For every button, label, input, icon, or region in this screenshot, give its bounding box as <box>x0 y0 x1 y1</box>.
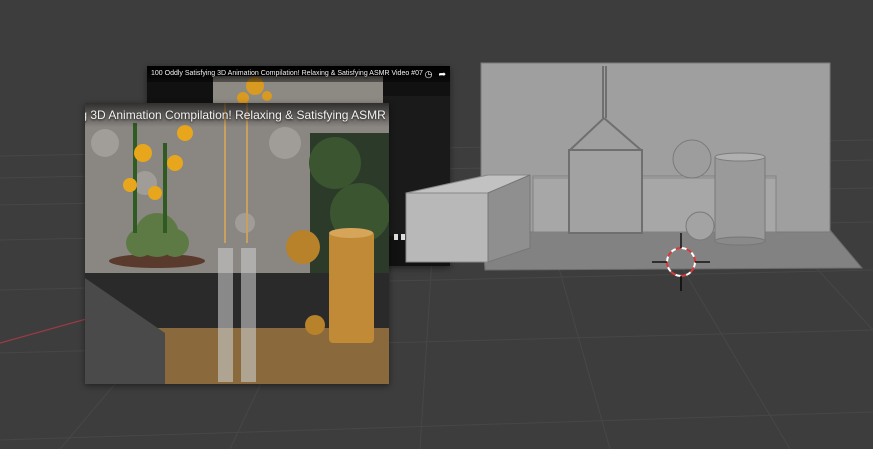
reference-image-front[interactable]: ing 3D Animation Compilation! Relaxing &… <box>85 103 389 384</box>
3d-cursor-icon[interactable] <box>652 233 710 291</box>
share-icon: ➦ <box>438 69 446 79</box>
video-title-front: ing 3D Animation Compilation! Relaxing &… <box>85 103 389 127</box>
reference-photo-front <box>85 103 389 384</box>
cylinder[interactable] <box>714 152 766 246</box>
sphere-large[interactable] <box>672 139 712 179</box>
video-icons: ◷ ➦ <box>425 69 446 80</box>
3d-viewport[interactable]: 100 Oddly Satisfying 3D Animation Compil… <box>0 0 873 449</box>
box-block[interactable] <box>405 174 531 263</box>
clock-icon: ◷ <box>424 69 433 79</box>
video-title-back: 100 Oddly Satisfying 3D Animation Compil… <box>147 66 450 82</box>
